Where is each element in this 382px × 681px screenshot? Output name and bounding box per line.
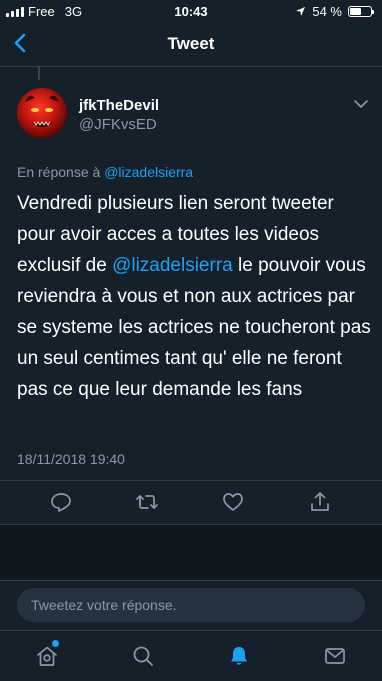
search-icon[interactable] — [131, 644, 155, 668]
divider — [0, 480, 382, 481]
reply-prefix: En réponse à — [17, 164, 101, 180]
reply-bar — [0, 580, 382, 631]
notifications-bell-icon[interactable] — [227, 644, 251, 668]
nav-bar: Tweet — [0, 22, 382, 67]
tweet-mention-link[interactable]: @lizadelsierra — [112, 255, 233, 276]
tweet-text-part-2: le pouvoir vous reviendra à vous et non … — [17, 255, 371, 400]
reply-mention-link[interactable]: @lizadelsierra — [104, 164, 193, 180]
home-icon[interactable] — [35, 644, 59, 668]
tweet-text: Vendredi plusieurs lien seront tweeter p… — [17, 188, 372, 405]
share-icon[interactable] — [308, 490, 332, 514]
chevron-down-icon[interactable] — [353, 98, 369, 110]
tweet-actions — [0, 488, 382, 516]
tweet-timestamp: 18/11/2018 19:40 — [17, 451, 125, 467]
devil-face-image — [25, 95, 59, 127]
reply-context: En réponse à @lizadelsierra — [17, 164, 193, 180]
user-handle[interactable]: @JFKvsED — [79, 116, 157, 133]
retweet-icon[interactable] — [135, 490, 159, 514]
display-name[interactable]: jfkTheDevil — [79, 97, 159, 114]
status-bar: Free 3G 10:43 54 % — [0, 0, 382, 22]
battery-percent: 54 % — [312, 4, 342, 19]
thread-connector-line — [38, 66, 40, 80]
avatar[interactable] — [17, 88, 67, 138]
reply-input[interactable] — [17, 588, 365, 622]
new-content-badge — [52, 640, 59, 647]
battery-icon — [348, 6, 374, 17]
status-right: 54 % — [295, 4, 374, 19]
reply-icon[interactable] — [49, 490, 73, 514]
messages-icon[interactable] — [323, 644, 347, 668]
empty-replies-area — [0, 525, 382, 580]
like-icon[interactable] — [221, 490, 245, 514]
page-title: Tweet — [167, 34, 215, 53]
tab-bar — [0, 630, 382, 681]
location-arrow-icon — [296, 6, 306, 17]
